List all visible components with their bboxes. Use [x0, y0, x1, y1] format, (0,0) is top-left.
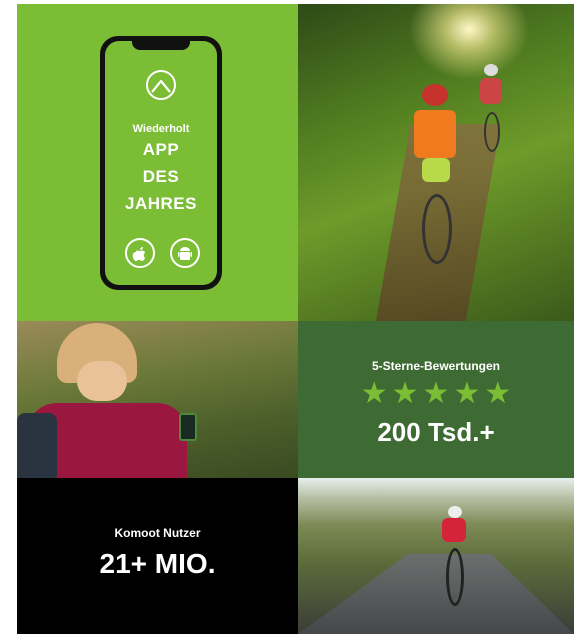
android-icon[interactable]: [170, 238, 200, 268]
award-line-1: APP: [142, 140, 180, 159]
promo-grid: Wiederholt APP DES JAHRES 5-Sterne-Bewer…: [17, 4, 574, 634]
photo-kids-cycling: [298, 4, 574, 321]
photo-road-cyclist: [298, 478, 574, 634]
users-tile: Komoot Nutzer 21+ MIO.: [17, 478, 298, 634]
award-line-2: DES: [142, 167, 180, 186]
star-icon: ★: [484, 377, 512, 410]
users-label: Komoot Nutzer: [114, 526, 201, 540]
komoot-logo-icon: [146, 70, 176, 100]
star-icon: ★: [422, 377, 450, 410]
phone-screen: Wiederholt APP DES JAHRES: [105, 41, 217, 285]
star-icon: ★: [360, 377, 388, 410]
star-rating: ★ ★ ★ ★ ★: [298, 379, 574, 409]
star-icon: ★: [391, 377, 419, 410]
phone-notch: [132, 41, 190, 50]
star-icon: ★: [453, 377, 481, 410]
award-line-3: JAHRES: [125, 194, 197, 213]
ratings-count: 200 Tsd.+: [377, 417, 495, 447]
photo-hiker-with-phone: [17, 321, 298, 478]
ratings-tile: 5-Sterne-Bewertungen ★ ★ ★ ★ ★ 200 Tsd.+: [298, 321, 574, 478]
apple-icon[interactable]: [125, 238, 155, 268]
app-of-the-year-tile: Wiederholt APP DES JAHRES: [17, 4, 298, 321]
road-bike: [446, 548, 464, 606]
hiker-face: [77, 361, 127, 401]
award-prefix: Wiederholt: [132, 123, 190, 135]
mountain-road: [298, 554, 574, 634]
hiker-backpack: [17, 413, 57, 478]
ratings-label: 5-Sterne-Bewertungen: [371, 359, 501, 373]
users-count: 21+ MIO.: [99, 548, 216, 579]
phone-in-hand: [179, 413, 197, 441]
cyclist-helmet: [448, 506, 462, 518]
cyclist-jersey: [442, 518, 466, 542]
phone-mockup: Wiederholt APP DES JAHRES: [100, 36, 222, 290]
